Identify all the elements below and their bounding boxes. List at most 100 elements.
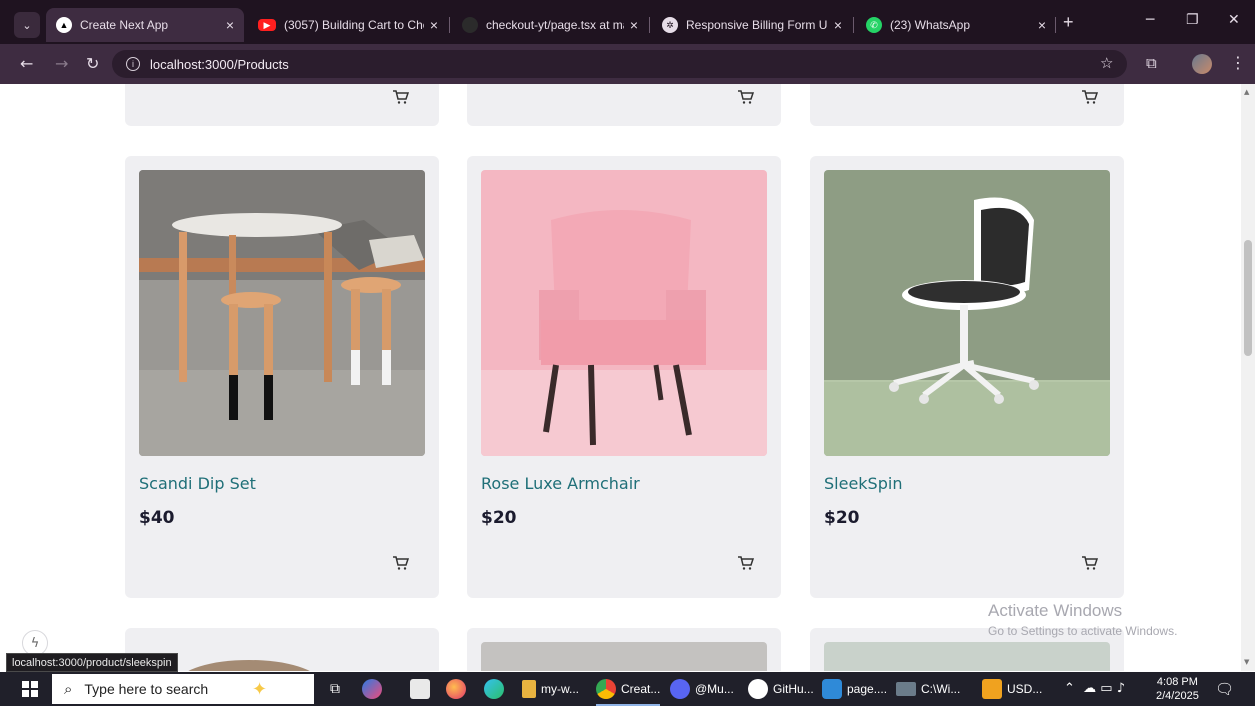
search-placeholder: Type here to search — [84, 681, 209, 697]
back-arrow-icon[interactable]: ← — [20, 54, 33, 73]
white-swivel-chair-photo[interactable] — [824, 170, 1110, 456]
more-menu-icon[interactable]: ⋮ — [1230, 53, 1246, 72]
tab-separator — [449, 17, 450, 33]
github-desktop-app[interactable]: GitHu... — [748, 678, 814, 700]
close-icon[interactable]: × — [1038, 17, 1046, 33]
status-bar-url: localhost:3000/product/sleekspin — [6, 653, 178, 672]
product-card-top-1[interactable] — [125, 84, 439, 126]
task-view-icon[interactable]: ⧉ — [330, 678, 340, 700]
github-icon — [462, 17, 478, 33]
close-icon[interactable]: × — [226, 17, 234, 33]
new-tab-plus-icon[interactable]: + — [1063, 12, 1074, 33]
pink-armchair-photo[interactable] — [481, 170, 767, 456]
page-viewport: Scandi Dip Set $40 Rose Luxe Armchair $2… — [0, 84, 1241, 671]
taskbar-app-label: page.... — [847, 682, 888, 696]
chrome-app[interactable]: Creat... — [596, 678, 661, 706]
profile-avatar[interactable] — [1192, 54, 1212, 74]
product-card-bottom-2[interactable] — [467, 628, 781, 671]
tab-create-next-app[interactable]: ▲ Create Next App × — [46, 8, 244, 42]
file-explorer-app[interactable]: my-w... — [522, 678, 579, 700]
taskbar-app-label: my-w... — [541, 682, 579, 696]
copilot-sparkle-icon[interactable]: ✦ — [252, 678, 267, 700]
tab-separator — [1055, 17, 1056, 33]
cart-icon[interactable] — [390, 552, 412, 574]
tab-separator — [853, 17, 854, 33]
taskbar-clock[interactable]: 4:08 PM 2/4/2025 — [1156, 675, 1199, 703]
watermark-title: Activate Windows — [988, 601, 1123, 620]
tab-search-chevron-icon[interactable]: ⌄ — [14, 12, 40, 38]
chatgpt-icon: ✲ — [662, 17, 678, 33]
search-icon: ⌕ — [64, 680, 73, 698]
product-name[interactable]: SleekSpin — [824, 474, 902, 493]
forward-arrow-icon[interactable]: → — [55, 54, 68, 73]
address-bar[interactable]: i localhost:3000/Products — [112, 50, 1127, 78]
reload-icon[interactable]: ↻ — [86, 54, 99, 73]
taskbar-app-label: @Mu... — [695, 682, 734, 696]
product-card-rose-luxe-armchair[interactable]: Rose Luxe Armchair $20 — [467, 156, 781, 598]
taskbar-app-label: Creat... — [621, 682, 661, 696]
browser-tab-bar: ⌄ ▲ Create Next App × ▶ (3057) Building … — [0, 0, 1255, 44]
product-card-scandi-dip-set[interactable]: Scandi Dip Set $40 — [125, 156, 439, 598]
window-close-icon[interactable]: ✕ — [1228, 12, 1240, 28]
terminal-app[interactable]: C:\Wi... — [896, 678, 960, 700]
tab-chatgpt[interactable]: ✲ Responsive Billing Form UI × — [652, 8, 852, 42]
whatsapp-icon: ✆ — [866, 17, 882, 33]
edge-icon[interactable] — [484, 678, 509, 700]
close-icon[interactable]: × — [430, 17, 438, 33]
scrollbar-thumb[interactable] — [1244, 240, 1252, 356]
cart-icon[interactable] — [1079, 552, 1101, 574]
tab-label: Responsive Billing Form UI — [686, 18, 828, 32]
clock-date: 2/4/2025 — [1156, 690, 1199, 702]
clock-time: 4:08 PM — [1156, 676, 1198, 688]
stool-and-table-photo[interactable] — [139, 170, 425, 456]
browser-toolbar: ← → ↻ i localhost:3000/Products ☆ ⧉ ⋮ — [0, 44, 1255, 84]
restore-icon[interactable]: ❐ — [1186, 12, 1199, 28]
close-icon[interactable]: × — [630, 17, 638, 33]
tab-github[interactable]: checkout-yt/page.tsx at main × — [452, 8, 648, 42]
site-info-icon[interactable]: i — [126, 57, 140, 71]
tab-label: Create Next App — [80, 18, 169, 32]
cart-icon[interactable] — [1079, 86, 1101, 108]
bookmark-star-icon[interactable]: ☆ — [1100, 54, 1113, 72]
close-icon[interactable]: × — [834, 17, 842, 33]
tab-label: (3057) Building Cart to Chec — [284, 18, 424, 32]
taskbar-app-label: C:\Wi... — [921, 682, 961, 696]
watermark-subtitle: Go to Settings to activate Windows. — [988, 624, 1178, 638]
product-name[interactable]: Scandi Dip Set — [139, 474, 256, 493]
cart-icon[interactable] — [390, 86, 412, 108]
scroll-down-arrow-icon[interactable]: ▼ — [1244, 658, 1249, 666]
copilot-app-icon[interactable] — [362, 678, 387, 700]
taskbar-app-label: GitHu... — [773, 682, 814, 696]
calendar-app-icon[interactable] — [410, 678, 435, 700]
taskbar-app-label: USD... — [1007, 682, 1043, 696]
page-scrollbar[interactable]: ▲ ▼ — [1241, 84, 1255, 671]
tab-youtube[interactable]: ▶ (3057) Building Cart to Chec × — [248, 8, 448, 42]
cart-icon[interactable] — [735, 552, 757, 574]
nextjs-triangle-icon: ▲ — [56, 17, 72, 33]
product-price: $20 — [481, 508, 517, 528]
activate-windows-watermark: Activate Windows Go to Settings to activ… — [988, 601, 1177, 638]
minimize-icon[interactable]: ─ — [1146, 12, 1154, 28]
product-card-top-3[interactable] — [810, 84, 1124, 126]
product-card-top-2[interactable] — [467, 84, 781, 126]
cart-icon[interactable] — [735, 86, 757, 108]
youtube-icon: ▶ — [258, 19, 276, 31]
tab-whatsapp[interactable]: ✆ (23) WhatsApp × — [856, 8, 1056, 42]
windows-start-icon[interactable] — [22, 681, 38, 697]
extensions-puzzle-icon[interactable]: ⧉ — [1146, 54, 1157, 72]
notifications-icon[interactable]: 🗨 — [1215, 680, 1234, 698]
tab-label: checkout-yt/page.tsx at main — [486, 18, 624, 32]
product-photo[interactable] — [139, 642, 425, 671]
product-photo[interactable] — [481, 642, 767, 671]
vscode-app[interactable]: page.... — [822, 678, 887, 700]
currency-app[interactable]: USD... — [982, 678, 1042, 700]
product-card-sleekspin[interactable]: SleekSpin $20 — [810, 156, 1124, 598]
scroll-up-arrow-icon[interactable]: ▲ — [1244, 88, 1249, 96]
taskbar-search-box[interactable]: ⌕ Type here to search — [52, 674, 314, 704]
system-tray-icons[interactable]: ⌃ ☁ ▭ ♪ — [1064, 681, 1125, 696]
discord-app[interactable]: @Mu... — [670, 678, 734, 700]
product-name[interactable]: Rose Luxe Armchair — [481, 474, 640, 493]
firefox-icon[interactable] — [446, 678, 471, 700]
product-price: $20 — [824, 508, 860, 528]
product-photo[interactable] — [824, 642, 1110, 671]
